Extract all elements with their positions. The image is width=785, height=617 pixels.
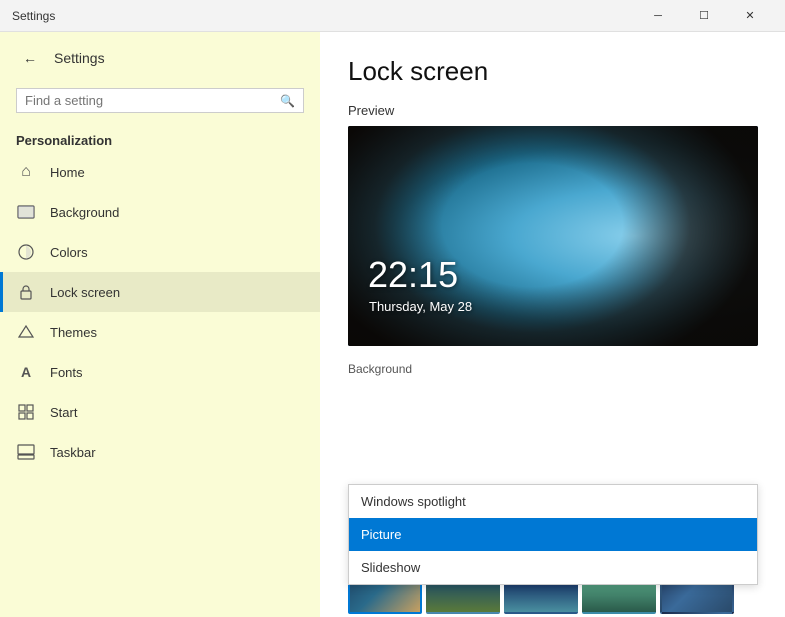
background-icon: [16, 202, 36, 222]
fonts-icon: A: [16, 362, 36, 382]
sidebar-item-home[interactable]: ⌂ Home: [0, 152, 320, 192]
sidebar-header: ← Settings: [0, 32, 320, 84]
sidebar-item-themes[interactable]: Themes: [0, 312, 320, 352]
maximize-button[interactable]: ☐: [681, 0, 727, 32]
sidebar: ← Settings 🔍 Personalization ⌂ Home Back…: [0, 32, 320, 617]
dropdown-option-slideshow[interactable]: Slideshow: [349, 551, 757, 584]
sidebar-item-label-colors: Colors: [50, 245, 88, 260]
themes-icon: [16, 322, 36, 342]
sidebar-app-title: Settings: [54, 50, 105, 66]
sidebar-item-fonts[interactable]: A Fonts: [0, 352, 320, 392]
dropdown-option-picture[interactable]: Picture: [349, 518, 757, 551]
search-input[interactable]: [25, 93, 274, 108]
main-content: Lock screen Preview 22:15 Thursday, May …: [320, 32, 785, 617]
preview-time: 22:15: [368, 254, 458, 296]
lock-screen-preview: 22:15 Thursday, May 28: [348, 126, 758, 346]
sidebar-item-label-taskbar: Taskbar: [50, 445, 96, 460]
back-button[interactable]: ←: [16, 44, 44, 72]
dropdown-menu: Windows spotlight Picture Slideshow: [348, 484, 758, 585]
taskbar-icon: [16, 442, 36, 462]
minimize-button[interactable]: ─: [635, 0, 681, 32]
title-bar-text: Settings: [12, 9, 635, 23]
sidebar-item-taskbar[interactable]: Taskbar: [0, 432, 320, 472]
title-bar: Settings ─ ☐ ✕: [0, 0, 785, 32]
sidebar-item-label-background: Background: [50, 205, 119, 220]
sidebar-item-label-themes: Themes: [50, 325, 97, 340]
background-dropdown: Windows spotlight Picture Slideshow Pict…: [348, 484, 758, 515]
sidebar-item-label-home: Home: [50, 165, 85, 180]
sidebar-item-colors[interactable]: Colors: [0, 232, 320, 272]
close-button[interactable]: ✕: [727, 0, 773, 32]
sidebar-item-start[interactable]: Start: [0, 392, 320, 432]
home-icon: ⌂: [16, 162, 36, 182]
app-body: ← Settings 🔍 Personalization ⌂ Home Back…: [0, 32, 785, 617]
colors-icon: [16, 242, 36, 262]
preview-date: Thursday, May 28: [369, 299, 472, 314]
search-icon: 🔍: [280, 94, 295, 108]
sidebar-item-label-start: Start: [50, 405, 77, 420]
title-bar-controls: ─ ☐ ✕: [635, 0, 773, 32]
preview-label: Preview: [348, 103, 757, 118]
dropdown-option-spotlight[interactable]: Windows spotlight: [349, 485, 757, 518]
sidebar-item-label-lockscreen: Lock screen: [50, 285, 120, 300]
sidebar-item-label-fonts: Fonts: [50, 365, 83, 380]
personalization-section-label: Personalization: [0, 125, 320, 152]
start-icon: [16, 402, 36, 422]
search-box: 🔍: [16, 88, 304, 113]
sidebar-item-background[interactable]: Background: [0, 192, 320, 232]
background-label: Background: [348, 362, 757, 376]
page-title: Lock screen: [348, 56, 757, 87]
sidebar-item-lockscreen[interactable]: Lock screen: [0, 272, 320, 312]
lockscreen-icon: [16, 282, 36, 302]
